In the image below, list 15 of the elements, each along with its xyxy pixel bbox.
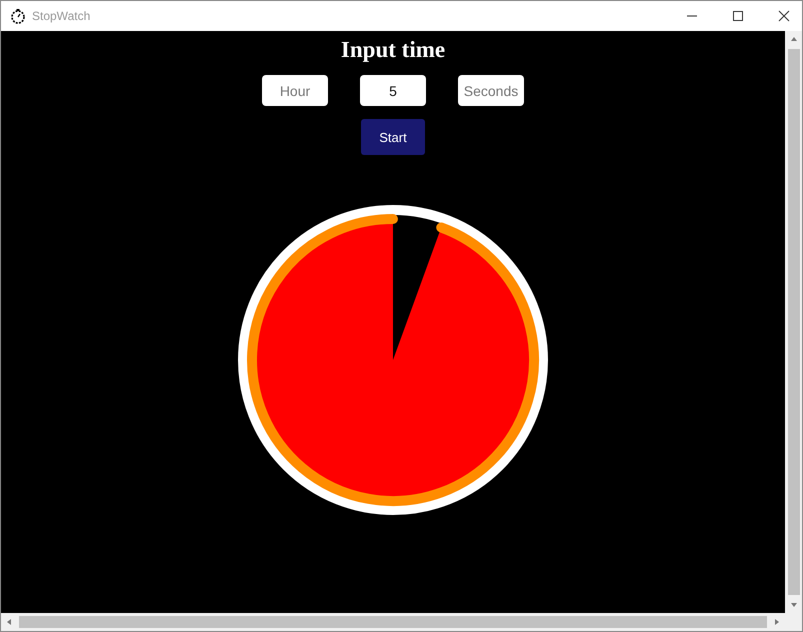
vertical-scrollbar[interactable] (785, 31, 802, 613)
input-field[interactable]: 5 (360, 75, 426, 106)
heading: Input time (340, 37, 446, 63)
scroll-left-icon[interactable] (5, 618, 13, 626)
scroll-right-icon[interactable] (773, 618, 781, 626)
input-field[interactable]: Seconds (458, 75, 524, 106)
start-button[interactable]: Start (361, 119, 425, 155)
scroll-down-icon[interactable] (790, 601, 798, 609)
close-icon[interactable] (778, 10, 790, 22)
horizontal-scrollbar[interactable] (1, 613, 802, 631)
scroll-up-icon[interactable] (790, 35, 798, 43)
maximize-icon[interactable] (732, 10, 744, 22)
stopwatch-icon (10, 8, 26, 24)
input-field[interactable]: Hour (262, 75, 328, 106)
window-title: StopWatch (32, 9, 90, 23)
